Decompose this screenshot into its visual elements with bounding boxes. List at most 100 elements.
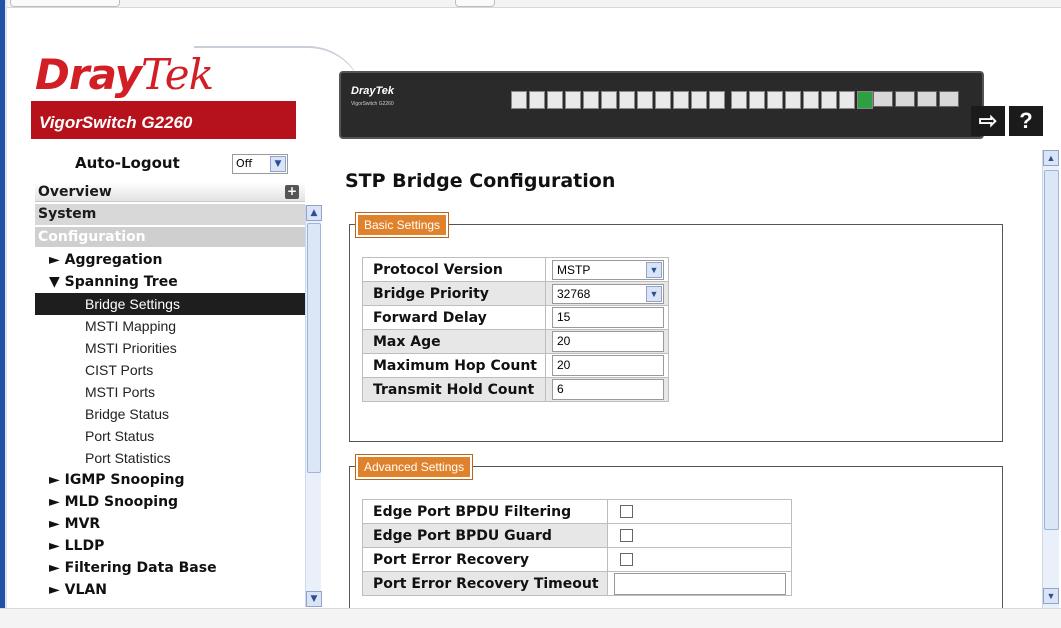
main-content: STP Bridge Configuration Basic Settings … bbox=[313, 150, 1041, 610]
sidebar-item[interactable]: ► LLDP bbox=[35, 535, 305, 557]
sidebar-item[interactable]: ► MVR bbox=[35, 513, 305, 535]
port[interactable] bbox=[529, 91, 545, 109]
scroll-down-icon[interactable]: ▼ bbox=[1043, 588, 1059, 604]
expand-plus-icon[interactable]: + bbox=[285, 185, 299, 199]
table-row: Edge Port BPDU Guard bbox=[362, 523, 792, 548]
bpdu-guard-checkbox[interactable] bbox=[619, 529, 633, 542]
port[interactable] bbox=[547, 91, 563, 109]
sfp-port[interactable] bbox=[917, 91, 937, 107]
port[interactable] bbox=[565, 91, 581, 109]
scroll-up-icon[interactable]: ▲ bbox=[1043, 150, 1059, 166]
panel-model: VigorSwitch G2260 bbox=[351, 101, 394, 107]
sidebar-item[interactable]: Bridge Settings bbox=[35, 293, 305, 315]
table-row: Port Error Recovery bbox=[362, 547, 792, 572]
port[interactable] bbox=[821, 91, 837, 109]
sidebar-item[interactable]: ► MLD Snooping bbox=[35, 491, 305, 513]
sidebar-item[interactable]: ▼ Spanning Tree bbox=[35, 271, 305, 293]
sfp-port[interactable] bbox=[939, 91, 959, 107]
basic-settings-fieldset: Basic Settings Protocol Version MSTP ▼ Br… bbox=[349, 212, 1003, 442]
max-age-input[interactable]: 20 bbox=[551, 331, 664, 352]
sidebar-item[interactable]: MSTI Ports bbox=[35, 381, 305, 403]
port[interactable] bbox=[749, 91, 765, 109]
forward-delay-input[interactable]: 15 bbox=[551, 307, 664, 328]
port-active[interactable] bbox=[857, 91, 873, 109]
max-age-label: Max Age bbox=[362, 329, 546, 354]
protocol-version-value: MSTP bbox=[556, 262, 591, 277]
table-row: Protocol Version MSTP ▼ bbox=[362, 257, 669, 282]
port-error-recovery-checkbox[interactable] bbox=[619, 553, 633, 566]
autologout-select[interactable]: Off ▼ bbox=[232, 154, 288, 174]
nav-configuration[interactable]: Configuration bbox=[35, 227, 305, 247]
browser-tab[interactable] bbox=[10, 0, 120, 7]
port[interactable] bbox=[655, 91, 671, 109]
protocol-version-select[interactable]: MSTP ▼ bbox=[551, 259, 664, 280]
autologout-value: Off bbox=[236, 157, 253, 170]
port[interactable] bbox=[601, 91, 617, 109]
main-scrollbar[interactable]: ▲ ▼ bbox=[1042, 150, 1059, 608]
advanced-settings-table: Edge Port BPDU Filtering Edge Port BPDU … bbox=[362, 499, 792, 596]
nav-overview-label: Overview bbox=[38, 184, 112, 200]
browser-tab-strip bbox=[0, 0, 1061, 8]
table-row: Max Age 20 bbox=[362, 329, 669, 354]
sidebar-item[interactable]: ► Aggregation bbox=[35, 249, 305, 271]
table-row: Port Error Recovery Timeout bbox=[362, 571, 792, 596]
basic-settings-legend: Basic Settings bbox=[354, 212, 450, 238]
sidebar-item[interactable]: ► IGMP Snooping bbox=[35, 469, 305, 491]
port[interactable] bbox=[511, 91, 527, 109]
chevron-down-icon: ▼ bbox=[645, 285, 662, 302]
port[interactable] bbox=[731, 91, 747, 109]
sidebar-item[interactable]: MSTI Priorities bbox=[35, 337, 305, 359]
port[interactable] bbox=[785, 91, 801, 109]
port[interactable] bbox=[619, 91, 635, 109]
max-hop-count-input[interactable]: 20 bbox=[551, 355, 664, 376]
table-row: Maximum Hop Count 20 bbox=[362, 353, 669, 378]
transmit-hold-count-input[interactable]: 6 bbox=[551, 379, 664, 400]
nav-system[interactable]: System bbox=[35, 204, 305, 225]
port-error-recovery-timeout-label: Port Error Recovery Timeout bbox=[362, 571, 608, 596]
port-error-recovery-label: Port Error Recovery bbox=[362, 547, 608, 572]
autologout-label: Auto-Logout bbox=[75, 154, 180, 172]
port[interactable] bbox=[583, 91, 599, 109]
port[interactable] bbox=[767, 91, 783, 109]
browser-tab[interactable] bbox=[455, 0, 495, 7]
help-icon[interactable]: ? bbox=[1009, 106, 1043, 136]
port[interactable] bbox=[709, 91, 725, 109]
max-hop-count-label: Maximum Hop Count bbox=[362, 353, 546, 378]
port-group-1 bbox=[511, 91, 725, 109]
bpdu-guard-label: Edge Port BPDU Guard bbox=[362, 523, 608, 548]
sidebar-item[interactable]: CIST Ports bbox=[35, 359, 305, 381]
exit-arrow-icon[interactable]: ⇨ bbox=[971, 106, 1005, 136]
draytek-logo: DrayTek bbox=[35, 50, 214, 99]
status-bar bbox=[0, 608, 1061, 628]
bridge-priority-label: Bridge Priority bbox=[362, 281, 546, 306]
port[interactable] bbox=[691, 91, 707, 109]
chevron-down-icon: ▼ bbox=[645, 261, 662, 278]
port-group-2 bbox=[731, 91, 873, 109]
port[interactable] bbox=[803, 91, 819, 109]
sfp-group bbox=[873, 91, 959, 107]
bpdu-filtering-checkbox[interactable] bbox=[619, 505, 633, 518]
nav-list: ► Aggregation ▼ Spanning Tree Bridge Setti… bbox=[35, 249, 305, 601]
sidebar-item[interactable]: Port Statistics bbox=[35, 447, 305, 469]
sfp-port[interactable] bbox=[895, 91, 915, 107]
panel-logo: DrayTek bbox=[351, 85, 395, 97]
port[interactable] bbox=[673, 91, 689, 109]
nav-overview[interactable]: Overview + bbox=[35, 182, 305, 202]
port[interactable] bbox=[839, 91, 855, 109]
forward-delay-label: Forward Delay bbox=[362, 305, 546, 330]
window-left-border bbox=[0, 0, 7, 628]
sidebar-item[interactable]: ► VLAN bbox=[35, 579, 305, 601]
bridge-priority-value: 32768 bbox=[556, 286, 591, 301]
scroll-thumb[interactable] bbox=[1044, 170, 1059, 530]
sfp-port[interactable] bbox=[873, 91, 893, 107]
basic-settings-table: Protocol Version MSTP ▼ Bridge Priority 3… bbox=[362, 257, 669, 402]
sidebar-item[interactable]: Bridge Status bbox=[35, 403, 305, 425]
port[interactable] bbox=[637, 91, 653, 109]
port-error-recovery-timeout-input[interactable] bbox=[613, 572, 786, 595]
bpdu-filtering-label: Edge Port BPDU Filtering bbox=[362, 499, 608, 524]
bridge-priority-select[interactable]: 32768 ▼ bbox=[551, 283, 664, 304]
protocol-version-label: Protocol Version bbox=[362, 257, 546, 282]
sidebar-item[interactable]: Port Status bbox=[35, 425, 305, 447]
sidebar-item[interactable]: MSTI Mapping bbox=[35, 315, 305, 337]
sidebar-item[interactable]: ► Filtering Data Base bbox=[35, 557, 305, 579]
